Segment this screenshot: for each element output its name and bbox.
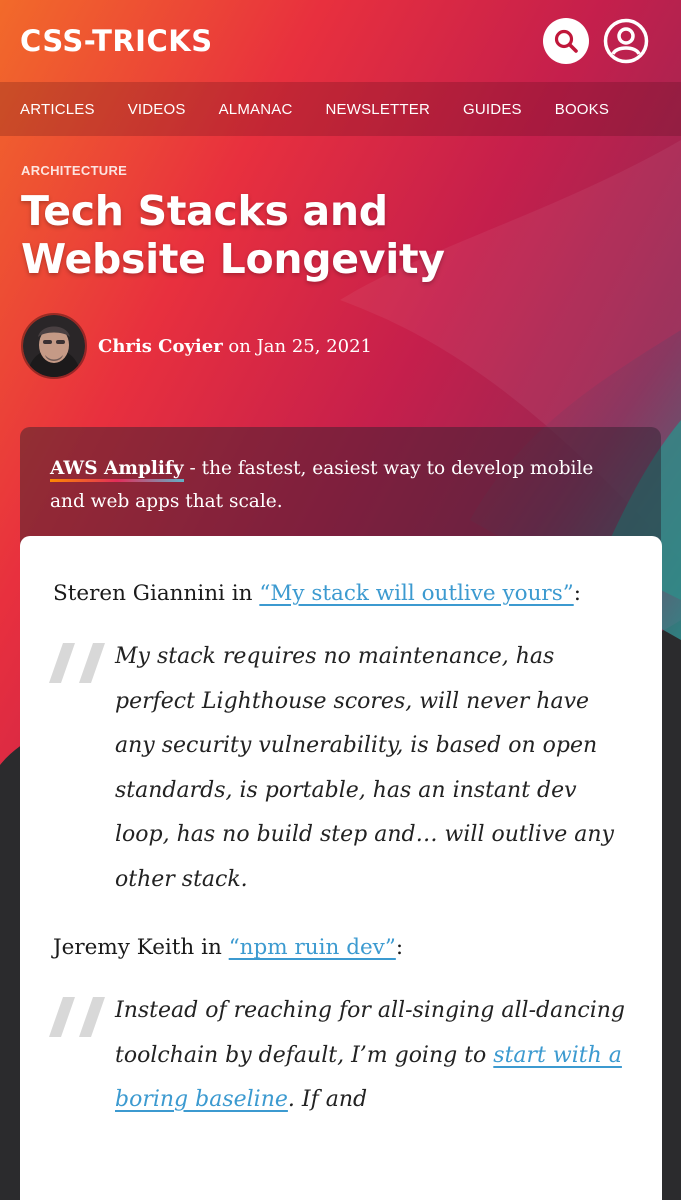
blockquote-1: My stack requires no maintenance, has pe… (49, 635, 629, 902)
paragraph-2-prefix: Jeremy Keith in (53, 935, 229, 960)
article-title: Tech Stacks and Website Longevity (21, 187, 445, 283)
top-bar: CSS-TRICKS (0, 0, 681, 82)
paragraph-1-prefix: Steren Giannini in (53, 581, 260, 606)
link-my-stack[interactable]: “My stack will outlive yours” (259, 581, 573, 606)
author-name[interactable]: Chris Coyier (98, 336, 223, 357)
blockquote-2: Instead of reaching for all-singing all-… (49, 989, 629, 1123)
sponsor-link[interactable]: AWS Amplify (50, 458, 184, 482)
paragraph-2-suffix: : (395, 935, 404, 960)
search-icon (554, 29, 578, 53)
paragraph-2: Jeremy Keith in “npm ruin dev”: (53, 927, 629, 969)
quote-2-text: Instead of reaching for all-singing all-… (115, 989, 629, 1123)
account-button[interactable] (603, 18, 649, 64)
paragraph-1: Steren Giannini in “My stack will outliv… (53, 573, 629, 615)
site-logo[interactable]: CSS-TRICKS (20, 24, 213, 58)
sponsor-text: AWS Amplify - the fastest, easiest way t… (50, 452, 631, 518)
article-category[interactable]: ARCHITECTURE (21, 163, 681, 178)
quote-mark-icon (49, 997, 105, 1037)
user-icon (603, 18, 649, 64)
nav-almanac[interactable]: ALMANAC (219, 101, 293, 118)
quote-2-suffix: . If and (287, 1087, 368, 1112)
main-nav: ARTICLES VIDEOS ALMANAC NEWSLETTER GUIDE… (0, 82, 681, 136)
nav-books[interactable]: BOOKS (555, 101, 609, 118)
publish-date: Jan 25, 2021 (256, 335, 372, 357)
nav-videos[interactable]: VIDEOS (128, 101, 186, 118)
nav-newsletter[interactable]: NEWSLETTER (326, 101, 431, 118)
nav-guides[interactable]: GUIDES (463, 101, 522, 118)
nav-articles[interactable]: ARTICLES (20, 101, 95, 118)
quote-mark-icon (49, 643, 105, 683)
byline-text: Chris Coyier on Jan 25, 2021 (98, 336, 372, 357)
quote-1-text: My stack requires no maintenance, has pe… (115, 644, 614, 892)
avatar[interactable] (21, 313, 87, 379)
link-npm-ruin-dev[interactable]: “npm ruin dev” (229, 935, 396, 960)
article-body: Steren Giannini in “My stack will outliv… (20, 536, 662, 1200)
paragraph-1-suffix: : (573, 581, 581, 606)
byline: Chris Coyier on Jan 25, 2021 (21, 313, 681, 379)
search-button[interactable] (543, 18, 589, 64)
byline-on: on (222, 335, 257, 357)
author-photo (23, 315, 85, 377)
